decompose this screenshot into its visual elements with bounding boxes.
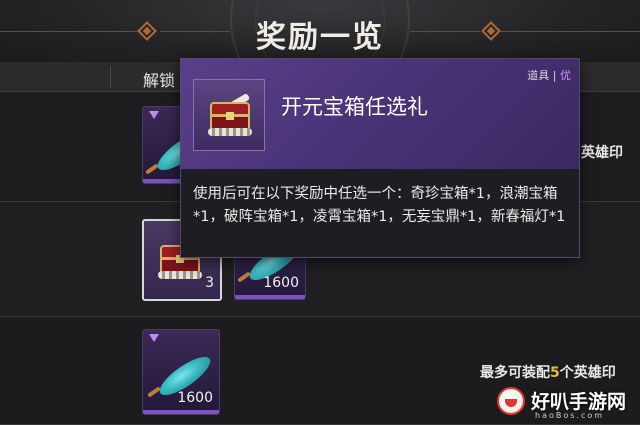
item-quantity: 1600 [177, 390, 213, 406]
item-quantity: 3 [205, 275, 214, 291]
tooltip-item-icon [193, 79, 265, 151]
reward-item-card[interactable]: 1600 [142, 329, 220, 415]
item-quality-tag: 优 [560, 69, 571, 82]
row-reward-text: 英雄印 [581, 145, 623, 161]
rank-marker-icon [149, 111, 159, 119]
tooltip-item-name: 开元宝箱任选礼 [281, 95, 428, 119]
item-category-tag: 道具 | 优 [527, 69, 571, 82]
treasure-chest-icon [208, 92, 252, 136]
watermark-logo-icon [497, 387, 525, 415]
item-tooltip: 开元宝箱任选礼 道具 | 优 使用后可在以下奖励中任选一个：奇珍宝箱*1，浪潮宝… [180, 58, 580, 258]
reward-header: 奖励一览 [0, 0, 640, 110]
site-watermark: 好叭手游网 haoBos.com [495, 383, 640, 425]
tooltip-description: 使用后可在以下奖励中任选一个：奇珍宝箱*1，浪潮宝箱*1，破阵宝箱*1，凌霄宝箱… [193, 186, 566, 225]
page-title: 奖励一览 [256, 20, 384, 55]
column-header-unlock: 解锁 [143, 71, 176, 90]
watermark-subtext: haoBos.com [535, 411, 605, 420]
item-quantity: 1600 [263, 275, 299, 291]
watermark-text: 好叭手游网 [531, 391, 627, 413]
equip-limit-count: 5 [550, 365, 560, 381]
equip-limit-text: 最多可装配5个英雄印 [480, 365, 616, 381]
rank-marker-icon [149, 334, 159, 342]
